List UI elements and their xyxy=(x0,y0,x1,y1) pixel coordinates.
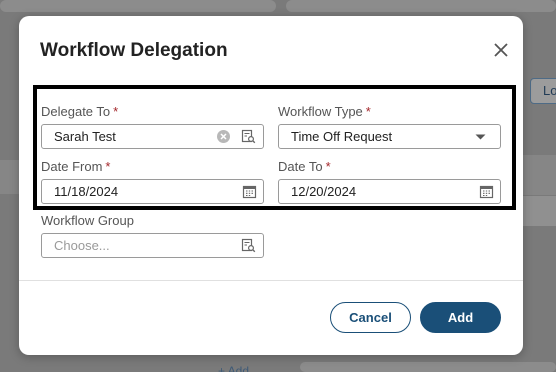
background-button: Lo xyxy=(530,78,556,104)
dialog-title: Workflow Delegation xyxy=(40,40,228,61)
calendar-icon[interactable] xyxy=(479,184,494,199)
date-from-input[interactable]: 11/18/2024 xyxy=(41,179,264,204)
delegate-to-label: Delegate To * xyxy=(41,104,119,119)
delegate-to-input[interactable]: Sarah Test xyxy=(41,124,264,149)
workflow-type-value: Time Off Request xyxy=(291,129,393,144)
background-card-bottom xyxy=(300,362,556,372)
cancel-button[interactable]: Cancel xyxy=(330,302,411,333)
background-row-band xyxy=(523,155,556,195)
required-marker: * xyxy=(325,159,331,174)
clear-icon[interactable] xyxy=(216,129,231,144)
date-to-field: Date To * 12/20/2024 xyxy=(278,158,501,204)
close-icon xyxy=(494,43,508,57)
delegate-to-field: Delegate To * Sarah Test xyxy=(41,103,264,149)
calendar-icon[interactable] xyxy=(242,184,257,199)
date-from-field: Date From * 11/18/2024 xyxy=(41,158,264,204)
workflow-group-label: Workflow Group xyxy=(41,213,134,228)
date-to-input[interactable]: 12/20/2024 xyxy=(278,179,501,204)
workflow-group-input[interactable]: Choose... xyxy=(41,233,264,258)
background-row-band-3 xyxy=(523,196,556,226)
required-marker: * xyxy=(113,104,119,119)
lookup-icon[interactable] xyxy=(241,129,256,144)
workflow-group-field: Workflow Group Choose... xyxy=(41,212,264,258)
lookup-icon[interactable] xyxy=(241,238,256,253)
required-marker: * xyxy=(105,159,111,174)
date-to-label: Date To * xyxy=(278,159,331,174)
workflow-type-field: Workflow Type * Time Off Request xyxy=(278,103,501,149)
date-from-value: 11/18/2024 xyxy=(54,184,119,199)
date-to-value: 12/20/2024 xyxy=(291,184,357,199)
chevron-down-icon xyxy=(475,134,486,140)
background-card-top-right xyxy=(286,0,556,12)
footer-divider xyxy=(19,280,523,281)
add-button[interactable]: Add xyxy=(420,302,501,333)
required-marker: * xyxy=(365,104,371,119)
background-add-link: + Add xyxy=(218,364,250,372)
delegate-to-value: Sarah Test xyxy=(54,129,116,144)
workflow-type-label: Workflow Type * xyxy=(278,104,371,119)
workflow-group-placeholder: Choose... xyxy=(54,238,110,253)
background-row-band-2 xyxy=(0,160,19,194)
date-from-label: Date From * xyxy=(41,159,111,174)
background-card-top-left xyxy=(0,0,276,12)
close-button[interactable] xyxy=(489,38,513,62)
workflow-delegation-dialog: Workflow Delegation Delegate To * Sarah T… xyxy=(19,16,523,355)
workflow-type-select[interactable]: Time Off Request xyxy=(278,124,501,149)
